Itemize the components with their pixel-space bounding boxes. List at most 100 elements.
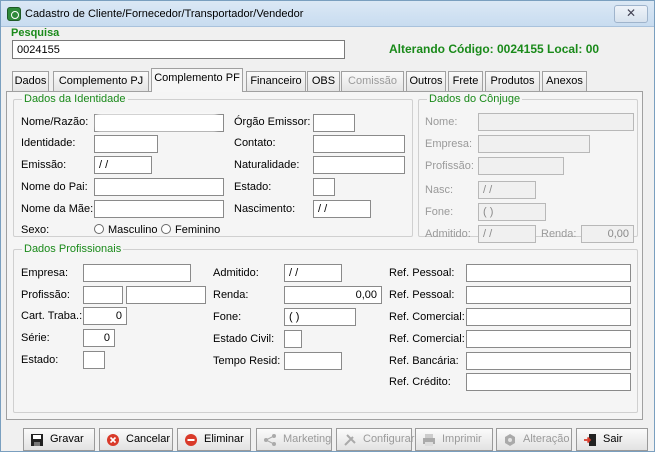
tempo-resid-field[interactable] bbox=[284, 352, 342, 370]
serie-label: Série: bbox=[21, 332, 50, 344]
estado-field[interactable] bbox=[313, 178, 335, 196]
nome-razao-label: Nome/Razão: bbox=[21, 116, 89, 128]
close-button[interactable]: ✕ bbox=[614, 5, 648, 23]
ref-pessoal-1-label: Ref. Pessoal: bbox=[389, 267, 455, 279]
emissao-field[interactable]: / / bbox=[94, 156, 152, 174]
cart-traba-label: Cart. Traba.: bbox=[21, 310, 83, 322]
gear-icon bbox=[505, 434, 515, 446]
tab-outros[interactable]: Outros bbox=[406, 71, 446, 91]
nome-mae-label: Nome da Mãe: bbox=[21, 203, 94, 215]
identidade-group-title: Dados da Identidade bbox=[22, 93, 128, 105]
imprimir-label: Imprimir bbox=[442, 433, 482, 445]
tempo-resid-label: Tempo Resid: bbox=[213, 355, 281, 367]
gravar-button[interactable]: Gravar bbox=[23, 428, 95, 451]
tab-obs[interactable]: OBS bbox=[307, 71, 340, 91]
conjuge-empresa-field bbox=[478, 135, 590, 153]
alteracao-label: Alteração bbox=[523, 433, 570, 445]
configurar-button: Configurar bbox=[336, 428, 414, 451]
delete-icon bbox=[185, 434, 197, 446]
conjuge-group: Dados do Cônjuge Nome: Empresa: Profissã… bbox=[418, 93, 638, 243]
conjuge-renda-label: Renda: bbox=[541, 228, 577, 240]
masculino-radio[interactable] bbox=[94, 224, 104, 234]
prof-renda-field[interactable]: 0,00 bbox=[284, 286, 382, 304]
cancel-icon bbox=[107, 434, 119, 446]
tab-financeiro[interactable]: Financeiro bbox=[246, 71, 306, 91]
tab-complemento-pf[interactable]: Complemento PF bbox=[151, 68, 243, 92]
estado-label: Estado: bbox=[234, 181, 272, 193]
ref-comercial-2-label: Ref. Comercial: bbox=[389, 333, 465, 345]
prof-admitido-label: Admitido: bbox=[213, 267, 259, 279]
marketing-label: Marketing bbox=[283, 433, 332, 445]
estado-civil-label: Estado Civil: bbox=[213, 333, 275, 345]
conjuge-nasc-label: Nasc: bbox=[425, 184, 454, 196]
profissionais-group-title: Dados Profissionais bbox=[22, 243, 124, 255]
profissionais-group: Dados Profissionais Empresa: Profissão: … bbox=[13, 243, 638, 413]
identidade-group: Dados da Identidade Nome/Razão: Identida… bbox=[13, 93, 413, 237]
tab-frete[interactable]: Frete bbox=[448, 71, 483, 91]
prof-profissao-code-field[interactable] bbox=[83, 286, 123, 304]
tab-complemento-pj[interactable]: Complemento PJ bbox=[53, 71, 149, 91]
prof-admitido-field[interactable]: / / bbox=[284, 264, 342, 282]
feminino-label[interactable]: Feminino bbox=[175, 224, 220, 236]
prof-fone-field[interactable]: ( ) bbox=[284, 308, 356, 326]
gravar-label: Gravar bbox=[50, 433, 84, 445]
ref-credito-label: Ref. Crédito: bbox=[389, 376, 451, 388]
ref-comercial-2-field[interactable] bbox=[466, 330, 631, 348]
cancelar-button[interactable]: Cancelar bbox=[99, 428, 173, 451]
eliminar-label: Eliminar bbox=[204, 433, 244, 445]
ref-pessoal-2-label: Ref. Pessoal: bbox=[389, 289, 455, 301]
nome-pai-field[interactable] bbox=[94, 178, 224, 196]
alteracao-button: Alteração bbox=[496, 428, 572, 451]
search-input[interactable] bbox=[12, 40, 345, 59]
main-window: Cadastro de Cliente/Fornecedor/Transport… bbox=[0, 0, 655, 452]
ref-bancaria-label: Ref. Bancária: bbox=[389, 355, 459, 367]
nome-pai-label: Nome do Pai: bbox=[21, 181, 88, 193]
emissao-label: Emissão: bbox=[21, 159, 67, 171]
nome-mae-field[interactable] bbox=[94, 200, 224, 218]
share-icon bbox=[264, 434, 276, 446]
ref-credito-field[interactable] bbox=[466, 373, 631, 391]
exit-door-icon bbox=[584, 434, 596, 446]
conjuge-nasc-field: / / bbox=[478, 181, 536, 199]
prof-estado-label: Estado: bbox=[21, 354, 59, 366]
identidade-label: Identidade: bbox=[21, 137, 76, 149]
prof-estado-field[interactable] bbox=[83, 351, 105, 369]
prof-empresa-field[interactable] bbox=[83, 264, 191, 282]
nascimento-label: Nascimento: bbox=[234, 203, 296, 215]
eliminar-button[interactable]: Eliminar bbox=[177, 428, 251, 451]
identidade-field[interactable] bbox=[94, 135, 158, 153]
prof-renda-label: Renda: bbox=[213, 289, 249, 301]
tab-comissao: Comissão bbox=[341, 71, 404, 91]
nascimento-field[interactable]: / / bbox=[313, 200, 371, 218]
naturalidade-field[interactable] bbox=[313, 156, 405, 174]
conjuge-group-title: Dados do Cônjuge bbox=[427, 93, 523, 105]
tab-dados[interactable]: Dados bbox=[12, 71, 49, 91]
sair-button[interactable]: Sair bbox=[576, 428, 648, 451]
conjuge-profissao-label: Profissão: bbox=[425, 160, 474, 172]
contato-field[interactable] bbox=[313, 135, 405, 153]
search-label: Pesquisa bbox=[11, 27, 60, 39]
ref-pessoal-1-field[interactable] bbox=[466, 264, 631, 282]
ref-pessoal-2-field[interactable] bbox=[466, 286, 631, 304]
conjuge-empresa-label: Empresa: bbox=[425, 138, 473, 150]
ref-comercial-1-label: Ref. Comercial: bbox=[389, 311, 465, 323]
tools-icon bbox=[344, 434, 356, 446]
conjuge-nome-field bbox=[478, 113, 634, 131]
orgao-emissor-field[interactable] bbox=[313, 114, 355, 132]
masculino-label[interactable]: Masculino bbox=[108, 224, 158, 236]
prof-profissao-desc-field[interactable] bbox=[126, 286, 206, 304]
sair-label: Sair bbox=[603, 433, 623, 445]
estado-civil-field[interactable] bbox=[284, 330, 302, 348]
feminino-radio[interactable] bbox=[161, 224, 171, 234]
conjuge-fone-field: ( ) bbox=[478, 203, 546, 221]
floppy-disk-icon bbox=[31, 434, 43, 446]
ref-bancaria-field[interactable] bbox=[466, 352, 631, 370]
sexo-label: Sexo: bbox=[21, 224, 50, 236]
tab-anexos[interactable]: Anexos bbox=[542, 71, 587, 91]
tab-produtos[interactable]: Produtos bbox=[485, 71, 540, 91]
cart-traba-field[interactable]: 0 bbox=[83, 307, 127, 325]
app-icon bbox=[7, 7, 21, 21]
conjuge-renda-field: 0,00 bbox=[581, 225, 634, 243]
ref-comercial-1-field[interactable] bbox=[466, 308, 631, 326]
serie-field[interactable]: 0 bbox=[83, 329, 115, 347]
